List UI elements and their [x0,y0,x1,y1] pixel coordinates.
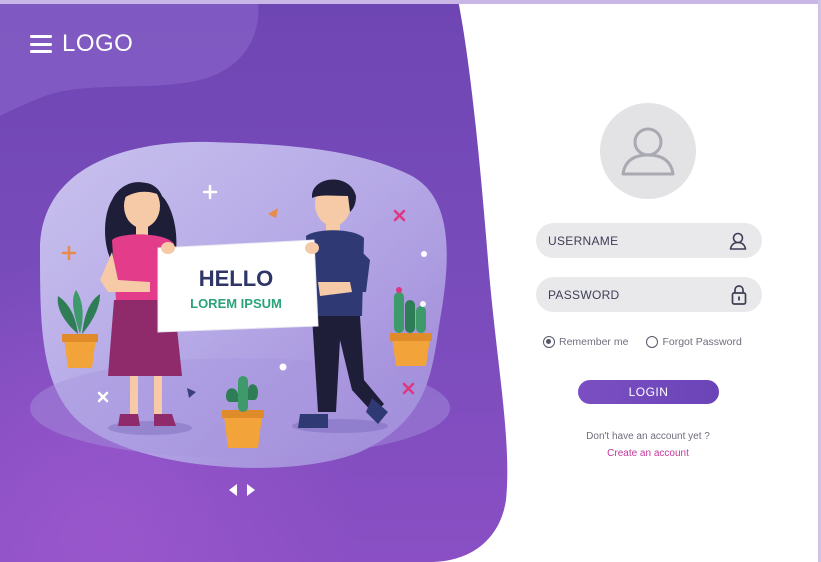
top-border [0,0,821,4]
remember-me-option[interactable]: Remember me [543,336,628,348]
lock-icon [731,284,747,305]
username-input[interactable] [548,233,708,248]
menu-icon[interactable] [30,35,52,53]
carousel-nav [228,483,256,497]
create-account-link[interactable]: Create an account [540,448,756,459]
password-input[interactable] [548,287,708,302]
chevron-left-icon[interactable] [228,483,238,497]
header-logo[interactable]: LOGO [30,30,133,58]
user-avatar-icon [621,127,675,176]
avatar [600,103,696,199]
login-button[interactable]: LOGIN [578,380,719,404]
forgot-password-label[interactable]: Forgot Password [662,336,741,348]
forgot-password-option[interactable]: Forgot Password [646,336,742,348]
username-field[interactable] [536,223,762,258]
sign-subtitle: LOREM IPSUM [190,296,282,311]
sign-title: HELLO [199,266,274,291]
signup-question: Don't have an account yet ? [586,431,710,442]
remember-me-label[interactable]: Remember me [559,336,628,348]
logo-text: LOGO [62,30,134,57]
password-field[interactable] [536,277,762,312]
login-page: HELLO LOREM IPSUM LOGO USERNAME PASSWORD… [0,0,821,562]
user-icon [729,232,747,250]
chevron-right-icon[interactable] [246,483,256,497]
remember-me-radio[interactable] [543,336,555,348]
forgot-password-radio[interactable] [646,336,659,348]
login-options: Remember me Forgot Password [543,336,742,348]
